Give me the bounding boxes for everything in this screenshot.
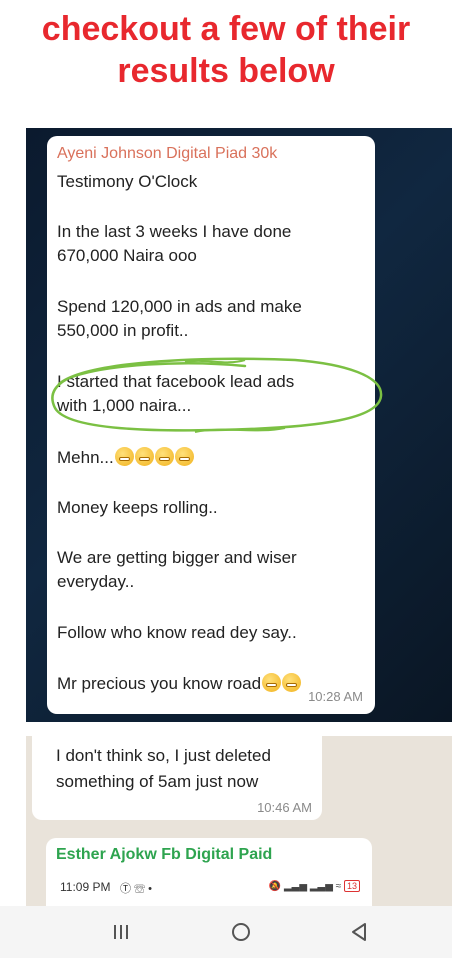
message-line: everyday.. [57, 572, 135, 591]
headline-line-2: results below [117, 52, 335, 90]
menu-icon[interactable] [107, 918, 135, 946]
message-line: We are getting bigger and wiser [57, 548, 297, 567]
message-text: Mehn... [57, 448, 114, 467]
green-highlight-circle [51, 357, 383, 433]
message-line: Testimony O'Clock [57, 172, 198, 191]
message-line: In the last 3 weeks I have done [57, 222, 292, 241]
message-line: 550,000 in profit.. [57, 321, 189, 340]
navigation-bar [0, 906, 452, 958]
message-bubble: Esther Ajokw Fb Digital Paid 11:09 PM Ⓣ … [46, 838, 372, 906]
dot-icon: • [148, 883, 152, 895]
status-bar: 11:09 PM Ⓣ ☏ • 🔕 ▂▃▅ ▂▃▅ ≈ 13 [60, 880, 360, 896]
notification-icons: Ⓣ ☏ • [120, 880, 152, 896]
grimace-emoji-icon [134, 447, 154, 466]
sender-name: Ayeni Johnson Digital Piad 30k [57, 145, 278, 162]
message-line: 670,000 Naira ooo [57, 246, 197, 265]
back-icon[interactable] [345, 918, 373, 946]
grimace-emoji-icon [154, 447, 174, 466]
message-line: Spend 120,000 in ads and make [57, 297, 302, 316]
mute-icon: 🔕 [268, 881, 282, 892]
grimace-emoji-icon [282, 673, 302, 692]
message-line: I don't think so, I just deleted [56, 746, 271, 765]
data-saver-icon: Ⓣ [120, 883, 131, 895]
wifi-icon: ≈ [335, 881, 342, 892]
grimace-emoji-icon [114, 447, 134, 466]
sender-name: Esther Ajokw Fb Digital Paid [56, 846, 273, 863]
chat-screenshot-1: Ayeni Johnson Digital Piad 30k Testimony… [26, 128, 452, 722]
message-bubble: Ayeni Johnson Digital Piad 30k Testimony… [47, 136, 383, 714]
message-line: Money keeps rolling.. [57, 498, 218, 517]
message-time: 10:46 AM [257, 800, 312, 815]
message-line: Mr precious you know road [57, 672, 302, 696]
message-line: something of 5am just now [56, 772, 259, 791]
signal-icon: ▂▃▅ [283, 881, 308, 892]
message-time: 10:28 AM [308, 689, 363, 704]
message-bubble: I don't think so, I just deleted somethi… [32, 736, 322, 820]
signal-icon: ▂▃▅ [309, 881, 333, 892]
message-text: Mr precious you know road [57, 674, 262, 693]
system-icons: 🔕 ▂▃▅ ▂▃▅ ≈ 13 [269, 880, 360, 892]
grimace-emoji-icon [174, 447, 194, 466]
status-time: 11:09 PM [60, 880, 111, 894]
message-line: Follow who know read dey say.. [57, 623, 297, 642]
battery-icon: 13 [343, 880, 360, 892]
home-icon[interactable] [227, 918, 255, 946]
chat-screenshot-2: I don't think so, I just deleted somethi… [26, 736, 452, 906]
grimace-emoji-icon [262, 673, 282, 692]
headline: checkout a few of their results below [0, 8, 452, 92]
headline-line-1: checkout a few of their [41, 10, 411, 48]
message-line: Mehn... [57, 446, 194, 470]
whatsapp-icon: ☏ [134, 883, 146, 895]
